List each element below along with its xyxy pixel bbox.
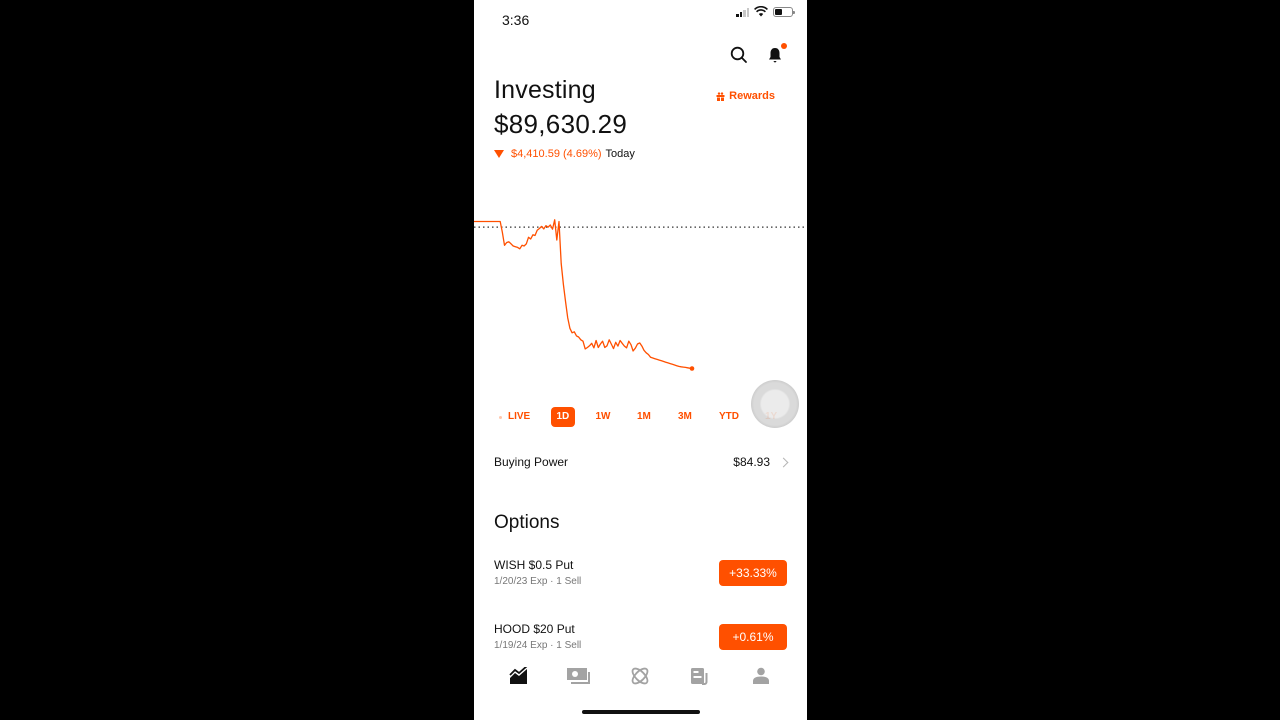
down-arrow-icon	[494, 150, 504, 158]
buying-power-label: Buying Power	[494, 455, 569, 469]
portfolio-value: $89,630.29	[494, 109, 628, 139]
tab-account[interactable]	[747, 664, 775, 688]
account-icon	[753, 667, 769, 684]
range-button-3m[interactable]: 3M	[672, 407, 698, 427]
news-icon	[691, 668, 708, 685]
current-value-dot	[689, 366, 695, 371]
gift-icon	[716, 91, 725, 101]
top-actions	[729, 43, 787, 65]
status-bar: 3:36	[474, 0, 807, 40]
cash-icon	[567, 668, 590, 684]
battery-level	[775, 8, 783, 15]
status-icons	[736, 6, 795, 17]
portfolio-line	[474, 219, 693, 370]
option-position[interactable]: HOOD $20 Put 1/19/24 Exp · 1 Sell +0.61%	[494, 622, 787, 658]
status-time: 3:36	[502, 12, 530, 28]
cellular-signal-icon	[736, 7, 749, 17]
tab-news[interactable]	[686, 664, 714, 688]
notifications-button[interactable]	[765, 43, 787, 65]
range-button-1m[interactable]: 1M	[631, 407, 657, 427]
option-change-badge[interactable]: +33.33%	[719, 560, 787, 586]
change-period: Today	[605, 148, 635, 160]
range-button-live[interactable]: LIVE	[502, 407, 536, 427]
tab-cash[interactable]	[565, 664, 593, 688]
range-button-1w[interactable]: 1W	[590, 407, 617, 427]
bottom-tab-bar	[474, 658, 807, 720]
battery-icon	[773, 6, 795, 17]
buying-power-value: $84.93	[733, 455, 770, 469]
tab-crypto[interactable]	[626, 664, 654, 688]
touch-indicator	[751, 380, 799, 428]
investing-chart-icon	[509, 667, 528, 684]
wifi-icon	[754, 6, 768, 17]
crypto-icon	[631, 667, 649, 685]
chevron-right-icon	[778, 457, 789, 467]
daily-change: $4,410.59 (4.69%) Today	[494, 148, 787, 160]
portfolio-chart[interactable]	[474, 200, 807, 405]
option-position[interactable]: WISH $0.5 Put 1/20/23 Exp · 1 Sell +33.3…	[494, 558, 787, 594]
portfolio-header: Investing $89,630.29 $4,410.59 (4.69%) T…	[494, 76, 787, 160]
home-indicator[interactable]	[582, 710, 700, 714]
change-amount: $4,410.59 (4.69%)	[511, 148, 602, 160]
rewards-label: Rewards	[729, 90, 775, 102]
search-button[interactable]	[729, 45, 749, 65]
options-section-title: Options	[494, 512, 560, 533]
tab-investing[interactable]	[505, 664, 533, 688]
buying-power-row[interactable]: Buying Power $84.93	[494, 448, 789, 476]
phone-screen: 3:36 Investing $89,630.29 $4,410.59 (4.6…	[474, 0, 807, 720]
search-icon	[730, 46, 747, 63]
range-button-1d[interactable]: 1D	[550, 407, 576, 427]
notification-badge	[781, 43, 787, 49]
option-change-badge[interactable]: +0.61%	[719, 624, 787, 650]
range-button-ytd[interactable]: YTD	[713, 407, 745, 427]
rewards-button[interactable]: Rewards	[716, 90, 775, 102]
